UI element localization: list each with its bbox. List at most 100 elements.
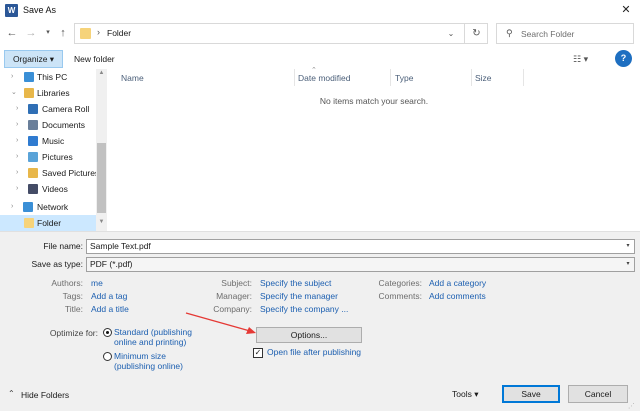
- refresh-icon: ↻: [472, 28, 481, 39]
- authors-value[interactable]: me: [91, 278, 103, 288]
- scroll-up-arrow-icon[interactable]: ▲: [96, 70, 107, 80]
- navigation-pane: › This PC ⌄ Libraries › Camera Roll › Do…: [0, 69, 107, 231]
- forward-button[interactable]: →: [24, 25, 38, 41]
- nav-item-label: Videos: [42, 184, 68, 194]
- chevron-right-icon[interactable]: ›: [16, 149, 26, 165]
- nav-item-label: Camera Roll: [42, 104, 90, 114]
- options-button[interactable]: Options...: [256, 327, 362, 343]
- pictures-icon: [28, 152, 38, 162]
- breadcrumb-separator[interactable]: ›: [97, 27, 100, 37]
- folder-icon: [80, 28, 91, 39]
- subject-label: Subject:: [221, 278, 252, 288]
- organize-button[interactable]: Organize ▾: [4, 50, 63, 68]
- hide-folders-button[interactable]: Hide Folders: [21, 390, 69, 400]
- chevron-right-icon[interactable]: ›: [16, 133, 26, 149]
- chevron-up-icon[interactable]: ⌃: [8, 389, 15, 398]
- optimize-minimum-line2[interactable]: (publishing online): [114, 361, 183, 371]
- folder-icon: [28, 168, 38, 178]
- optimize-minimum-line1[interactable]: Minimum size: [114, 351, 183, 361]
- annotation-arrow-head: [246, 327, 256, 334]
- categories-value[interactable]: Add a category: [429, 278, 486, 288]
- file-name-input[interactable]: Sample Text.pdf ▾: [86, 239, 635, 254]
- manager-value[interactable]: Specify the manager: [260, 291, 338, 301]
- file-list: ⌃ Name Date modified Type Size No items …: [108, 67, 640, 231]
- optimize-minimum-label[interactable]: Minimum size (publishing online): [114, 351, 183, 371]
- back-button[interactable]: ←: [5, 25, 19, 41]
- file-name-value[interactable]: Sample Text.pdf: [90, 241, 151, 251]
- scroll-down-arrow-icon[interactable]: ▼: [96, 219, 107, 229]
- library-icon: [24, 88, 34, 98]
- window-title: Save As: [23, 5, 57, 15]
- nav-item-label: Music: [42, 136, 65, 146]
- view-icon: ☷ ▾: [573, 54, 589, 64]
- chevron-down-icon[interactable]: ▾: [622, 240, 634, 253]
- save-as-type-value[interactable]: PDF (*.pdf): [90, 259, 133, 269]
- column-header-name[interactable]: Name: [121, 73, 144, 83]
- tags-value[interactable]: Add a tag: [91, 291, 127, 301]
- view-options-button[interactable]: ☷ ▾: [573, 51, 603, 67]
- refresh-button[interactable]: ↻: [464, 23, 488, 44]
- tags-label: Tags:: [62, 291, 83, 301]
- nav-item-label: Saved Pictures: [42, 168, 100, 178]
- open-after-publishing-label[interactable]: Open file after publishing: [267, 347, 361, 357]
- subject-value[interactable]: Specify the subject: [260, 278, 331, 288]
- column-separator[interactable]: [523, 69, 524, 86]
- save-button[interactable]: Save: [502, 385, 560, 403]
- word-app-icon: W: [5, 4, 18, 17]
- cancel-button[interactable]: Cancel: [568, 385, 628, 403]
- address-dropdown-button[interactable]: ⌄: [442, 23, 460, 44]
- chevron-right-icon[interactable]: ›: [16, 101, 26, 117]
- help-button[interactable]: ?: [615, 50, 632, 67]
- empty-list-message: No items match your search.: [319, 96, 429, 106]
- column-header-date-modified[interactable]: Date modified: [298, 73, 350, 83]
- column-header-size[interactable]: Size: [475, 73, 492, 83]
- chevron-down-icon[interactable]: ⌄: [11, 85, 21, 101]
- title-value[interactable]: Add a title: [91, 304, 129, 314]
- chevron-right-icon[interactable]: ›: [16, 181, 26, 197]
- optimize-minimum-radio[interactable]: [103, 352, 112, 361]
- column-separator[interactable]: [294, 69, 295, 86]
- column-separator[interactable]: [471, 69, 472, 86]
- authors-label: Authors:: [51, 278, 83, 288]
- save-as-type-select[interactable]: PDF (*.pdf) ▾: [86, 257, 635, 272]
- chevron-right-icon[interactable]: ›: [11, 69, 21, 85]
- search-input[interactable]: [521, 26, 629, 41]
- chevron-right-icon[interactable]: ›: [11, 199, 21, 215]
- company-value[interactable]: Specify the company ...: [260, 304, 348, 314]
- search-box[interactable]: ⚲: [496, 23, 634, 44]
- address-bar[interactable]: › Folder: [74, 23, 488, 44]
- save-options-panel: File name: Sample Text.pdf ▾ Save as typ…: [0, 231, 640, 411]
- new-folder-button[interactable]: New folder: [74, 50, 115, 68]
- chevron-right-icon[interactable]: ›: [16, 165, 26, 181]
- resize-grip-icon[interactable]: ⋰: [628, 402, 635, 410]
- column-separator[interactable]: [390, 69, 391, 86]
- documents-icon: [28, 120, 38, 130]
- nav-item-label: Network: [37, 202, 69, 212]
- chevron-right-icon[interactable]: ›: [16, 117, 26, 133]
- recent-locations-button[interactable]: ▾: [41, 25, 55, 41]
- chevron-down-icon: ⌄: [447, 29, 455, 38]
- nav-item-label: Folder: [37, 218, 62, 228]
- up-button[interactable]: ↑: [56, 25, 70, 41]
- title-bar: W Save As ✕: [0, 0, 640, 20]
- optimize-standard-radio[interactable]: [103, 328, 112, 337]
- close-button[interactable]: ✕: [612, 0, 640, 20]
- nav-item-label: Documents: [42, 120, 85, 130]
- manager-label: Manager:: [216, 291, 252, 301]
- annotation-arrow: [185, 312, 256, 334]
- tools-button[interactable]: Tools ▾: [452, 385, 492, 403]
- categories-label: Categories:: [378, 278, 422, 288]
- nav-item-label: Pictures: [42, 152, 73, 162]
- chevron-down-icon: ▾: [46, 29, 50, 36]
- folder-icon: [28, 104, 38, 114]
- arrow-left-icon: ←: [6, 27, 18, 39]
- music-icon: [28, 136, 38, 146]
- nav-scrollbar-thumb[interactable]: [97, 143, 106, 213]
- column-header-type[interactable]: Type: [395, 73, 413, 83]
- chevron-down-icon[interactable]: ▾: [622, 258, 634, 271]
- breadcrumb-folder[interactable]: Folder: [107, 28, 131, 38]
- checkmark-icon: ✓: [254, 348, 262, 357]
- comments-value[interactable]: Add comments: [429, 291, 486, 301]
- open-after-publishing-checkbox[interactable]: ✓: [253, 348, 263, 358]
- annotation-arrow-line: [185, 312, 251, 332]
